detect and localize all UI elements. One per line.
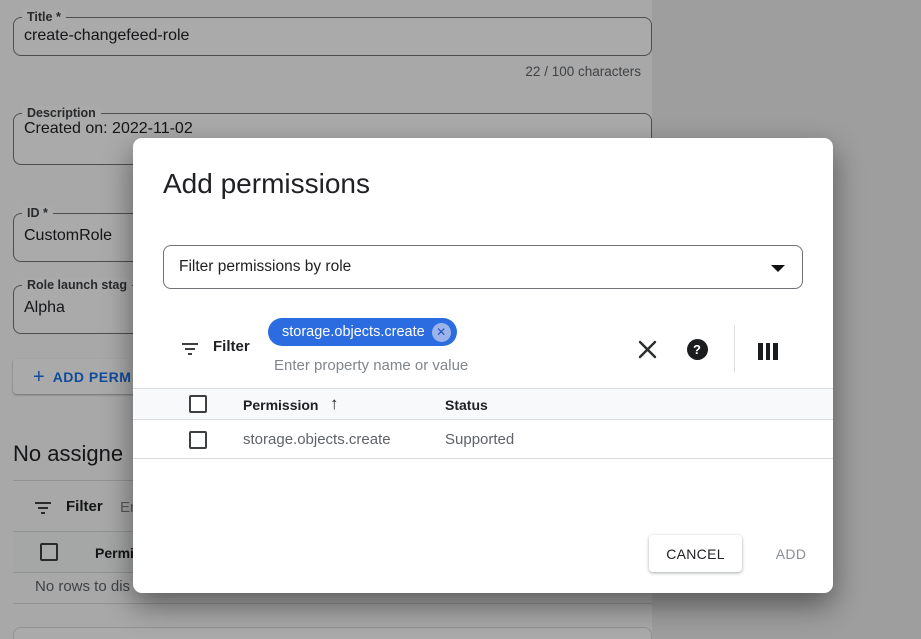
permission-cell: storage.objects.create: [243, 431, 391, 448]
columns-icon: [758, 343, 778, 360]
close-icon: [638, 340, 657, 359]
role-select-value: Filter permissions by role: [179, 258, 351, 276]
add-permissions-dialog: Add permissions Filter permissions by ro…: [133, 138, 833, 593]
modal-filter-input[interactable]: [274, 354, 594, 376]
help-button[interactable]: ?: [684, 336, 710, 362]
row-checkbox[interactable]: [189, 431, 207, 449]
filter-chip-storage-objects-create[interactable]: storage.objects.create ✕: [268, 318, 457, 346]
filter-permissions-by-role-select[interactable]: Filter permissions by role: [163, 245, 803, 289]
toolbar-divider: [734, 325, 735, 372]
chip-remove-icon[interactable]: ✕: [432, 323, 451, 342]
status-column-header[interactable]: Status: [445, 397, 488, 413]
permissions-table-header: Permission ↑ Status: [133, 388, 833, 420]
modal-filter-label: Filter: [213, 338, 250, 355]
column-display-options-button[interactable]: [755, 338, 781, 364]
create-role-page: Title * create-changefeed-role 22 / 100 …: [0, 0, 921, 639]
status-cell: Supported: [445, 431, 514, 448]
dropdown-arrow-icon: [771, 265, 785, 272]
add-button[interactable]: ADD: [760, 535, 822, 572]
select-all-checkbox[interactable]: [189, 395, 207, 413]
clear-filters-button[interactable]: [634, 336, 660, 362]
dialog-title: Add permissions: [163, 168, 370, 200]
sort-ascending-icon[interactable]: ↑: [330, 394, 339, 414]
filter-chip-label: storage.objects.create: [282, 324, 425, 340]
table-row[interactable]: storage.objects.create Supported: [133, 420, 833, 459]
help-icon: ?: [687, 339, 708, 360]
permission-column-header[interactable]: Permission: [243, 397, 318, 413]
cancel-button[interactable]: CANCEL: [649, 535, 742, 572]
